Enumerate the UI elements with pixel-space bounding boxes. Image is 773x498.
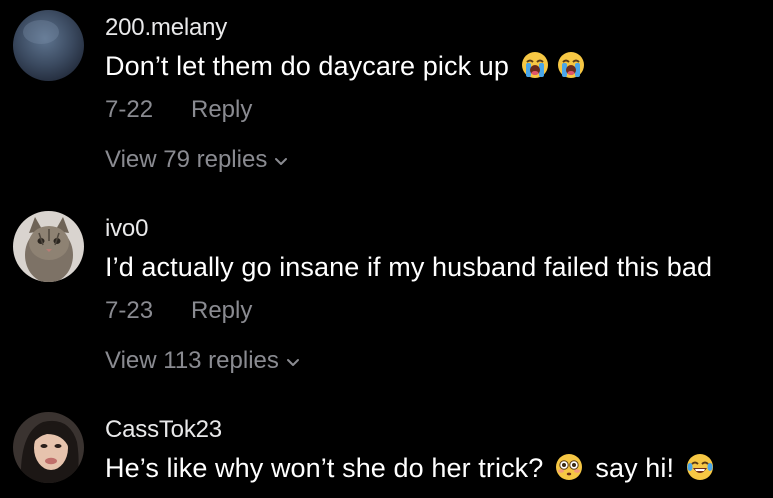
comment-text: I’d actually go insane if my husband fai… [105,252,713,282]
view-replies-button[interactable]: View 113 replies [105,347,301,375]
avatar[interactable] [13,412,84,483]
view-replies-label: View 79 replies [105,146,268,173]
face-with-tears-of-joy-icon [686,453,714,481]
comment-date: 7-22 [105,96,154,123]
loudly-crying-face-icon [521,51,549,79]
chevron-down-icon [286,358,299,366]
comment-username[interactable]: 200.melany [105,14,227,42]
comment-date: 7-23 [105,297,154,324]
comment-text-part1: He’s like why won’t she do her trick? [105,453,544,483]
comment-username[interactable]: CassTok23 [105,416,222,444]
comment-text-body: Don’t let them do daycare pick up [105,51,510,81]
avatar[interactable] [13,10,84,81]
chevron-down-icon [275,157,288,165]
comment-text-part2: say hi! [595,453,675,483]
view-replies-label: View 113 replies [105,347,279,374]
comment-text: Don’t let them do daycare pick up [105,51,585,82]
reply-button[interactable]: Reply [191,96,252,124]
comment-username[interactable]: ivo0 [105,215,148,243]
reply-button[interactable]: Reply [191,297,252,325]
flushed-face-icon [555,453,583,481]
comment-meta: 7-22 Reply [105,96,252,124]
loudly-crying-face-icon [557,51,585,79]
avatar[interactable] [13,211,84,282]
comment-meta: 7-23 Reply [105,297,252,325]
comment-text: He’s like why won’t she do her trick? say… [105,453,714,484]
view-replies-button[interactable]: View 79 replies [105,146,289,174]
